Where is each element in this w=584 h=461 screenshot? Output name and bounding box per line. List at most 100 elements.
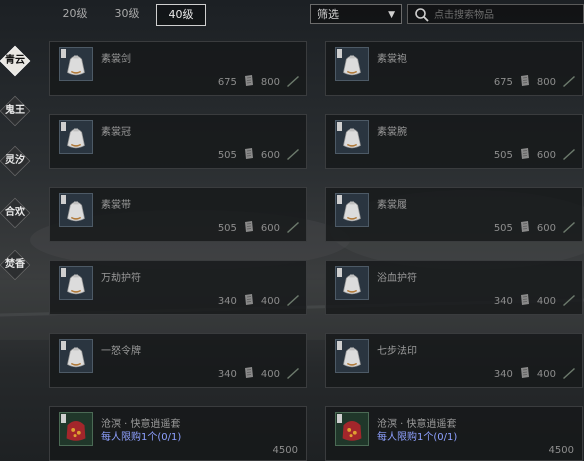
price-row: 505 600 — [218, 147, 300, 163]
quill-icon — [280, 148, 300, 163]
sect-button-hehuan[interactable]: 合欢 — [0, 197, 31, 229]
item-bag-icon — [59, 47, 93, 81]
item-cost: 400 — [260, 295, 280, 307]
item-card[interactable]: 七步法印 340 400 — [325, 333, 583, 388]
item-bag-icon — [59, 120, 93, 154]
item-bag-icon — [335, 120, 369, 154]
item-bag-icon — [59, 193, 93, 227]
item-cost: 400 — [260, 368, 280, 380]
sect-label: 青云 — [5, 55, 25, 66]
item-name: 素裳腕 — [377, 127, 407, 138]
price-row: 675 800 — [494, 74, 576, 90]
tab-level-20[interactable]: 20级 — [52, 4, 98, 24]
sect-label: 合欢 — [5, 207, 25, 218]
item-card[interactable]: 万劫护符 340 400 — [49, 260, 307, 315]
quill-icon — [556, 75, 576, 90]
quill-icon — [280, 367, 300, 382]
currency-icon — [237, 366, 261, 382]
item-card[interactable]: 素裳腕 505 600 — [325, 114, 583, 169]
gift-box-icon — [335, 412, 369, 446]
item-card[interactable]: 素裳袍 675 800 — [325, 41, 583, 96]
item-name: 素裳带 — [101, 200, 131, 211]
filter-label: 筛选 — [317, 8, 339, 21]
purchase-limit: 每人限购1个(0/1) — [101, 432, 182, 443]
item-card[interactable]: 沧溟 · 快意逍遥套 每人限购1个(0/1) 4500 — [49, 406, 307, 461]
item-price: 505 — [217, 149, 237, 161]
item-card[interactable]: 一怒令牌 340 400 — [49, 333, 307, 388]
item-card[interactable]: 素裳带 505 600 — [49, 187, 307, 242]
item-price: 675 — [217, 76, 237, 88]
currency-icon — [237, 74, 261, 90]
sect-button-lingxi[interactable]: 灵汐 — [0, 145, 31, 177]
gift-box-icon — [59, 412, 93, 446]
item-bag-icon — [335, 193, 369, 227]
search-box — [407, 4, 584, 24]
item-card[interactable]: 沧溟 · 快意逍遥套 每人限购1个(0/1) 4500 — [325, 406, 583, 461]
item-name: 素裳冠 — [101, 127, 131, 138]
currency-icon — [513, 293, 537, 309]
item-price: 340 — [493, 295, 513, 307]
item-cost: 400 — [536, 368, 556, 380]
item-cost: 600 — [260, 222, 280, 234]
sect-label: 鬼王 — [5, 105, 25, 116]
currency-icon — [513, 220, 537, 236]
item-name: 一怒令牌 — [101, 346, 141, 357]
item-price: 340 — [217, 295, 237, 307]
purchase-limit: 每人限购1个(0/1) — [377, 432, 458, 443]
currency-icon — [237, 220, 261, 236]
currency-icon — [513, 74, 537, 90]
search-icon — [415, 8, 429, 22]
item-cost: 600 — [536, 222, 556, 234]
item-cost: 600 — [260, 149, 280, 161]
quill-icon — [556, 294, 576, 309]
currency-icon — [237, 147, 261, 163]
item-bag-icon — [335, 47, 369, 81]
quill-icon — [556, 221, 576, 236]
item-bag-icon — [59, 266, 93, 300]
quill-icon — [556, 367, 576, 382]
search-input[interactable] — [432, 6, 584, 24]
price-row: 340 400 — [218, 293, 300, 309]
quill-icon — [556, 148, 576, 163]
filter-dropdown[interactable]: 筛选 ▼ — [310, 4, 402, 24]
sect-button-fenxiang[interactable]: 焚香 — [0, 249, 31, 281]
item-card[interactable]: 浴血护符 340 400 — [325, 260, 583, 315]
item-cost: 400 — [536, 295, 556, 307]
item-name: 浴血护符 — [377, 273, 417, 284]
quill-icon — [280, 221, 300, 236]
sect-button-guiwang[interactable]: 鬼王 — [0, 95, 31, 127]
item-bag-icon — [335, 266, 369, 300]
item-price: 505 — [493, 149, 513, 161]
item-card[interactable]: 素裳剑 675 800 — [49, 41, 307, 96]
item-cost: 800 — [260, 76, 280, 88]
sect-button-qingyun[interactable]: 青云 — [0, 45, 31, 77]
item-name: 万劫护符 — [101, 273, 141, 284]
item-price: 4500 — [272, 445, 298, 456]
item-card[interactable]: 素裳履 505 600 — [325, 187, 583, 242]
tab-level-40[interactable]: 40级 — [156, 4, 206, 26]
quill-icon — [280, 75, 300, 90]
level-tabs: 20级 30级 40级 — [52, 4, 206, 26]
price-row: 505 600 — [494, 220, 576, 236]
item-price: 340 — [493, 368, 513, 380]
price-row: 340 400 — [494, 293, 576, 309]
item-card[interactable]: 素裳冠 505 600 — [49, 114, 307, 169]
chevron-down-icon: ▼ — [388, 10, 395, 20]
item-bag-icon — [59, 339, 93, 373]
item-price: 4500 — [548, 445, 574, 456]
price-row: 505 600 — [218, 220, 300, 236]
currency-icon — [513, 147, 537, 163]
sect-label: 焚香 — [5, 259, 25, 270]
price-row: 505 600 — [494, 147, 576, 163]
tab-level-30[interactable]: 30级 — [104, 4, 150, 24]
item-name: 素裳剑 — [101, 54, 131, 65]
item-bag-icon — [335, 339, 369, 373]
item-price: 505 — [217, 222, 237, 234]
item-cost: 800 — [536, 76, 556, 88]
item-price: 675 — [493, 76, 513, 88]
currency-icon — [513, 366, 537, 382]
price-row: 675 800 — [218, 74, 300, 90]
item-name: 素裳袍 — [377, 54, 407, 65]
item-name: 素裳履 — [377, 200, 407, 211]
item-price: 340 — [217, 368, 237, 380]
